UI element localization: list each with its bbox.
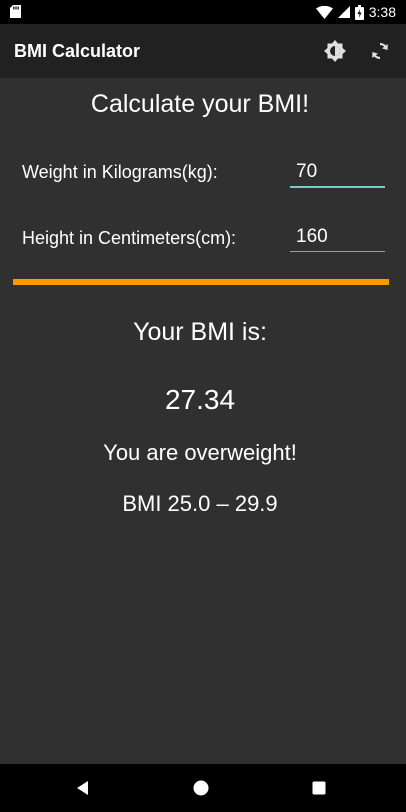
status-time: 3:38 <box>368 4 396 20</box>
home-button[interactable] <box>189 776 213 800</box>
height-label: Height in Centimeters(cm): <box>22 228 237 248</box>
app-bar: BMI Calculator <box>0 24 406 78</box>
battery-icon <box>354 4 364 20</box>
home-icon <box>193 780 209 796</box>
sd-card-icon <box>10 5 21 18</box>
main-content: Calculate your BMI! Weight in Kilograms(… <box>0 78 406 764</box>
accent-divider <box>13 279 389 285</box>
bmi-value: 27.34 <box>164 384 236 415</box>
brightness-icon <box>324 40 346 62</box>
status-bar: 3:38 <box>0 0 406 24</box>
bmi-status: You are overweight! <box>103 440 297 465</box>
recents-icon <box>312 781 326 795</box>
refresh-icon <box>372 42 388 60</box>
refresh-button[interactable] <box>368 39 392 63</box>
result-title: Your BMI is: <box>133 318 267 346</box>
page-heading: Calculate your BMI! <box>90 90 310 118</box>
screen: 3:38 BMI Calculator Calculate your BMI! … <box>0 0 406 812</box>
navigation-bar <box>0 764 406 812</box>
weight-label: Weight in Kilograms(kg): <box>22 162 218 182</box>
bmi-range: BMI 25.0 – 29.9 <box>122 491 278 516</box>
brightness-button[interactable] <box>323 39 347 63</box>
weight-input[interactable] <box>290 158 385 188</box>
app-title: BMI Calculator <box>14 41 141 61</box>
recents-button[interactable] <box>307 776 331 800</box>
back-button[interactable] <box>71 776 95 800</box>
cell-signal-icon <box>337 6 350 18</box>
back-icon <box>77 781 88 795</box>
height-input[interactable] <box>290 222 385 252</box>
wifi-icon <box>315 5 333 19</box>
status-icons: 3:38 <box>315 0 396 24</box>
